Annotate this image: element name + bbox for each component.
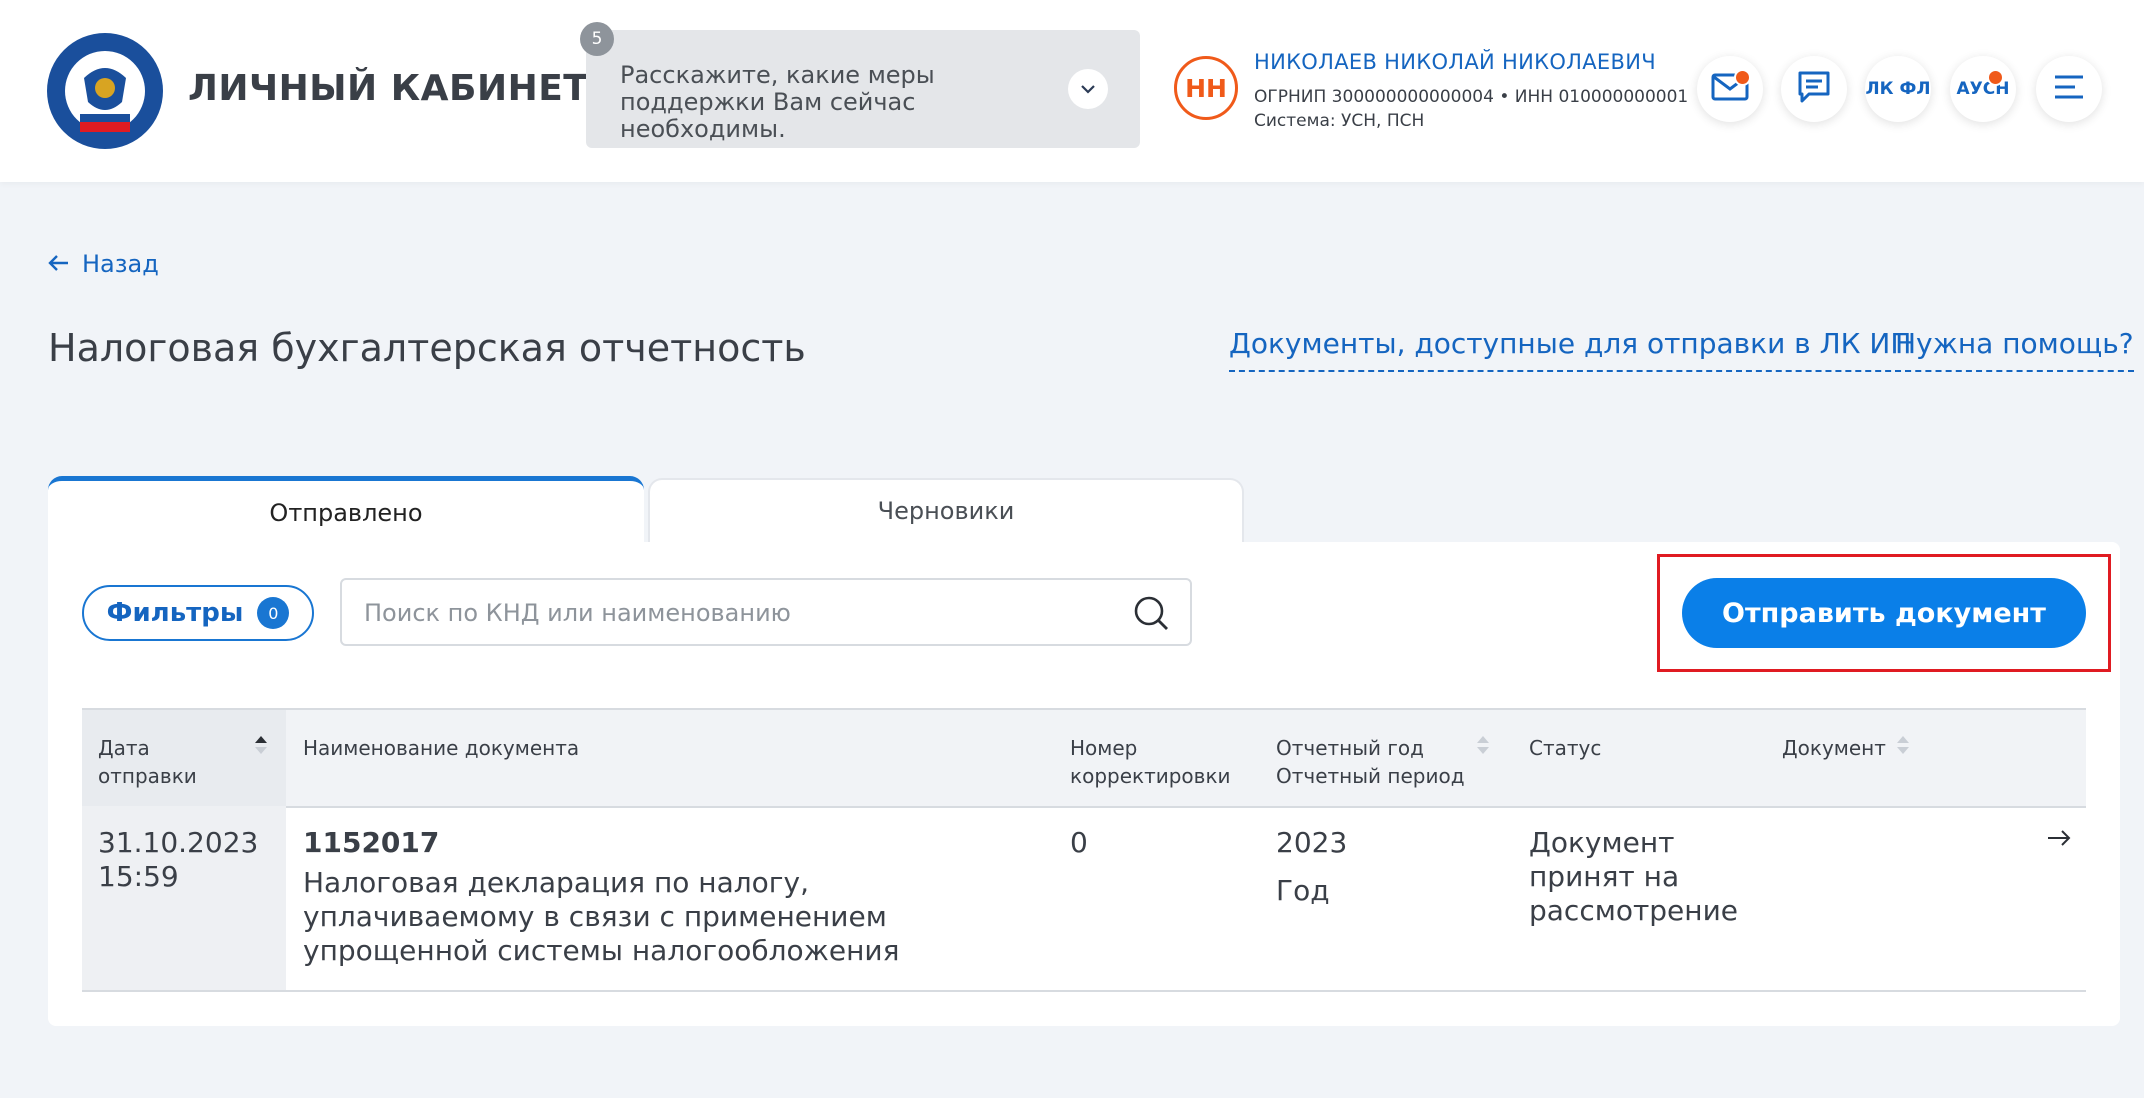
- survey-badge: 5: [580, 22, 614, 56]
- cell-status: Документ принят на рассмотрение: [1529, 826, 1739, 927]
- column-header-name: Наименование документа: [303, 736, 580, 760]
- tab-sent-label: Отправлено: [269, 498, 423, 527]
- cell-document-name: Налоговая декларация по налогу, уплачива…: [303, 866, 900, 967]
- table-header: Дата отправки Наименование документа Ном…: [82, 708, 2086, 808]
- documents-available-link[interactable]: Документы, доступные для отправки в ЛК И…: [1229, 327, 1912, 372]
- lk-fl-button[interactable]: ЛК ФЛ: [1865, 56, 1931, 122]
- avatar[interactable]: НН: [1174, 56, 1238, 120]
- filters-label: Фильтры: [106, 598, 244, 628]
- page-title: Налоговая бухгалтерская отчетность: [48, 326, 806, 370]
- cell-correction: 0: [1070, 826, 1088, 859]
- notification-dot: [1987, 69, 2004, 86]
- cell-time: 15:59: [98, 860, 179, 893]
- chevron-down-icon[interactable]: [1068, 69, 1108, 109]
- cell-date: 31.10.2023: [98, 826, 259, 859]
- hamburger-menu-icon: [2053, 73, 2085, 106]
- cell-year: 2023: [1276, 826, 1348, 859]
- arrow-left-icon: [48, 250, 70, 278]
- cell-period: Год: [1276, 874, 1330, 907]
- column-header-period[interactable]: Отчетный период: [1276, 762, 1465, 790]
- column-header-date[interactable]: Дата отправки: [98, 734, 248, 790]
- filters-button[interactable]: Фильтры 0: [82, 585, 314, 641]
- search-icon[interactable]: [1132, 594, 1170, 636]
- column-header-correction: Номер корректировки: [1070, 736, 1231, 788]
- fns-logo[interactable]: [44, 30, 166, 152]
- arrow-right-icon[interactable]: [2046, 820, 2072, 855]
- column-header-document[interactable]: Документ: [1782, 734, 1886, 762]
- send-document-button[interactable]: Отправить документ: [1682, 578, 2086, 648]
- mail-button[interactable]: [1697, 56, 1763, 122]
- tab-drafts-label: Черновики: [877, 497, 1015, 525]
- user-tax-system: Система: УСН, ПСН: [1254, 111, 1425, 131]
- search-input[interactable]: [362, 590, 1106, 636]
- column-header-status: Статус: [1529, 736, 1602, 760]
- back-link[interactable]: Назад: [48, 250, 159, 278]
- column-header-year[interactable]: Отчетный год: [1276, 734, 1424, 762]
- chat-icon: [1796, 69, 1832, 110]
- ausn-button[interactable]: АУСН: [1950, 56, 2016, 122]
- search-box: [340, 578, 1192, 646]
- user-ids: ОГРНИП 300000000000004 • ИНН 01000000000…: [1254, 87, 1689, 107]
- filters-count-badge: 0: [257, 597, 290, 629]
- cell-knd-code: 1152017: [303, 826, 440, 859]
- user-name[interactable]: НИКОЛАЕВ НИКОЛАЙ НИКОЛАЕВИЧ: [1254, 50, 1656, 74]
- survey-text: Расскажите, какие меры поддержки Вам сей…: [620, 61, 935, 143]
- sort-asc-icon[interactable]: [254, 734, 268, 760]
- header: ЛИЧНЫЙ КАБИНЕТ ИП 5 Расскажите, какие ме…: [0, 0, 2144, 182]
- tab-sent[interactable]: Отправлено: [48, 476, 644, 544]
- help-link[interactable]: Нужна помощь?: [1895, 327, 2134, 372]
- sort-icon[interactable]: [1896, 734, 1910, 760]
- lk-fl-label: ЛК ФЛ: [1865, 79, 1931, 99]
- back-label: Назад: [82, 250, 159, 278]
- chat-button[interactable]: [1781, 56, 1847, 122]
- table-row[interactable]: 31.10.2023 15:59 1152017 Налоговая декла…: [82, 806, 2086, 992]
- tab-drafts[interactable]: Черновики: [648, 478, 1244, 542]
- survey-banner[interactable]: 5 Расскажите, какие меры поддержки Вам с…: [580, 22, 1140, 148]
- notification-dot: [1734, 69, 1751, 86]
- menu-button[interactable]: [2036, 56, 2102, 122]
- sort-icon[interactable]: [1476, 734, 1490, 760]
